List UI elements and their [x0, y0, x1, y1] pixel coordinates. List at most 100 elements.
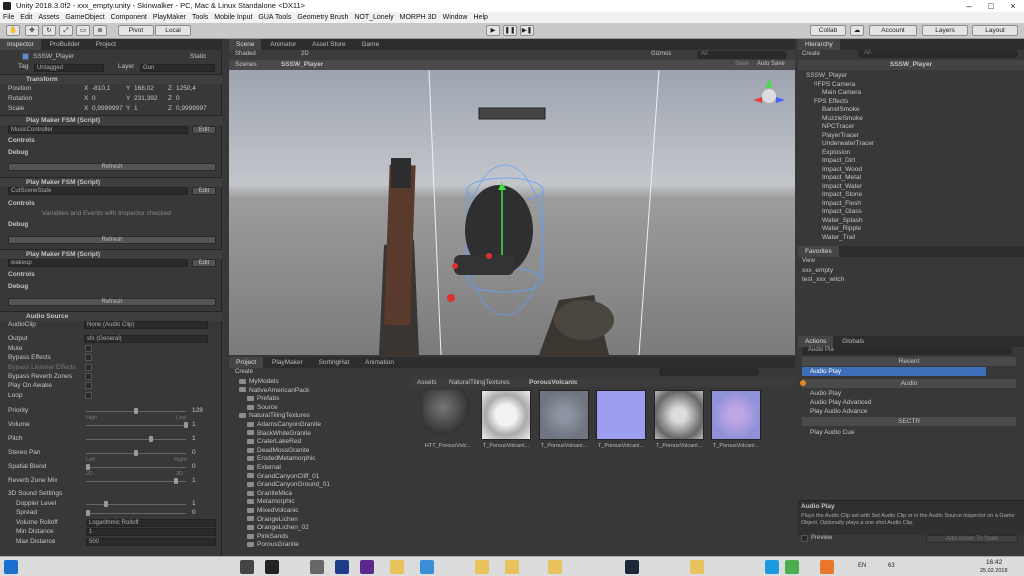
bypass-reverb-checkbox[interactable]	[85, 373, 92, 380]
menu-item[interactable]: Window	[440, 12, 471, 23]
pos-x[interactable]: -810,1	[92, 84, 110, 94]
action-item[interactable]: Play Audio Advance	[810, 408, 867, 415]
layers-dropdown[interactable]: Layers	[922, 25, 968, 36]
folder-item[interactable]: PorousGranite	[247, 541, 299, 550]
spread-value[interactable]: 0	[192, 508, 196, 518]
hierarchy-item[interactable]: Water_Trail	[822, 234, 855, 243]
texture-thumbnail[interactable]	[481, 390, 531, 440]
taskbar-app-icon[interactable]	[240, 560, 254, 574]
fsm1-controls[interactable]: Controls	[0, 136, 35, 146]
shaded-dropdown[interactable]: Shaded	[235, 51, 256, 57]
rotate-tool-icon[interactable]: ↻	[42, 25, 56, 36]
fsm3-debug[interactable]: Debug	[0, 282, 28, 292]
preview-checkbox[interactable]	[801, 535, 808, 542]
tab-asset-store[interactable]: Asset Store	[305, 39, 353, 50]
stereo-pan-knob[interactable]	[134, 450, 138, 456]
spread-slider[interactable]	[86, 513, 186, 514]
transform-header[interactable]: Transform	[0, 74, 222, 84]
folder-icon[interactable]	[505, 560, 519, 574]
fsm3-refresh-button[interactable]: Refresh	[8, 298, 216, 306]
rect-tool-icon[interactable]: ▭	[76, 25, 90, 36]
steam-icon[interactable]	[625, 560, 639, 574]
tag-dropdown[interactable]: Untagged	[34, 64, 104, 72]
active-checkbox[interactable]	[22, 53, 29, 60]
texture-thumbnail[interactable]	[539, 390, 589, 440]
folder-item[interactable]: AdamsCanyonGranite	[247, 421, 321, 430]
folder-item[interactable]: CraterLakeRed	[247, 438, 301, 447]
reverb-mix-value[interactable]: 1	[192, 476, 196, 486]
pitch-value[interactable]: 1	[192, 434, 196, 444]
rot-y[interactable]: 231,392	[134, 94, 158, 104]
step-button[interactable]: ▶❚	[520, 25, 534, 36]
2d-toggle[interactable]: 2D	[301, 51, 309, 57]
menu-item[interactable]: Mobile Input	[211, 12, 255, 23]
hierarchy-item[interactable]: BarrelSmoke	[822, 106, 860, 115]
fsm1-header[interactable]: Play Maker FSM (Script)	[0, 115, 222, 125]
priority-knob[interactable]	[134, 408, 138, 414]
actions-search[interactable]: Audio Pla	[802, 347, 1012, 355]
object-name[interactable]: SSSW_Player	[33, 52, 74, 62]
hierarchy-item[interactable]: Water_Splash	[822, 217, 863, 226]
hierarchy-item[interactable]: Impact_Glass	[822, 208, 862, 217]
tab-project-browser[interactable]: Project	[229, 357, 264, 368]
breadcrumb-natural[interactable]: NaturalTilingTextures	[449, 379, 510, 386]
hierarchy-item[interactable]: Impact_Water	[822, 183, 862, 192]
folder-item[interactable]: NativeAmericanPack	[239, 387, 309, 396]
menu-item[interactable]: Component	[108, 12, 150, 23]
sectr-category[interactable]: SECTR	[802, 417, 1016, 426]
doppler-slider[interactable]	[86, 504, 186, 505]
transform-tool-icon[interactable]: ⊕	[93, 25, 107, 36]
visual-studio-icon[interactable]	[360, 560, 374, 574]
folder-item[interactable]: NaturalTilingTextures	[239, 412, 310, 421]
hierarchy-item[interactable]: MuzzleSmoke	[822, 115, 863, 124]
firefox-icon[interactable]	[820, 560, 834, 574]
folder-item[interactable]: External	[247, 464, 281, 473]
save-button[interactable]: Save	[735, 61, 749, 67]
favorite-item[interactable]: test_xxx_witch	[802, 276, 844, 283]
folder-icon[interactable]	[548, 560, 562, 574]
hierarchy-item[interactable]: Main Camera	[822, 89, 861, 98]
scl-y[interactable]: 1	[134, 104, 138, 114]
fsm2-edit-button[interactable]: Edit	[192, 187, 216, 195]
start-icon[interactable]	[4, 560, 18, 574]
menu-item[interactable]: Assets	[35, 12, 62, 23]
hierarchy-search[interactable]: All	[858, 50, 1018, 58]
rot-x[interactable]: 0	[92, 94, 96, 104]
scene-gizmo[interactable]	[753, 78, 785, 103]
breadcrumb-porous[interactable]: PorousVolcanic	[529, 379, 578, 386]
texture-thumbnail[interactable]	[596, 390, 646, 440]
folder-item[interactable]: OrangeLichen_02	[247, 524, 309, 533]
layer-dropdown[interactable]: Gun	[140, 64, 215, 72]
tab-favorites[interactable]: Favorites	[798, 246, 839, 257]
folder-icon[interactable]	[475, 560, 489, 574]
folder-item[interactable]: Source	[247, 404, 278, 413]
folder-item[interactable]: OrangeLichen	[247, 516, 298, 525]
audioclip-field[interactable]: None (Audio Clip)	[84, 321, 208, 329]
recent-header[interactable]: Recent	[802, 357, 1016, 366]
menu-item[interactable]: Help	[471, 12, 491, 23]
play-on-awake-checkbox[interactable]	[85, 382, 92, 389]
tab-animator[interactable]: Animator	[263, 39, 303, 50]
account-dropdown[interactable]: Account	[869, 25, 917, 36]
collab-dropdown[interactable]: Collab	[810, 25, 846, 36]
folder-icon[interactable]	[390, 560, 404, 574]
fsm3-header[interactable]: Play Maker FSM (Script)	[0, 249, 222, 259]
fsm2-refresh-button[interactable]: Refresh	[8, 236, 216, 244]
hierarchy-item[interactable]: !!FPS Camera	[814, 81, 855, 90]
volume-slider[interactable]	[86, 425, 186, 426]
hierarchy-item[interactable]: UnderwaterTracer	[822, 140, 874, 149]
folder-item[interactable]: DeadMossGranite	[247, 447, 309, 456]
hierarchy-item[interactable]: NPCTracer	[822, 123, 854, 132]
texture-thumbnail[interactable]	[711, 390, 761, 440]
reverb-mix-slider[interactable]	[86, 481, 186, 482]
hierarchy-item[interactable]: Impact_Dirt	[822, 157, 855, 166]
volume-value[interactable]: 1	[192, 420, 196, 430]
pitch-slider[interactable]	[86, 439, 186, 440]
folder-icon[interactable]	[690, 560, 704, 574]
tab-playmaker[interactable]: PlayMaker	[265, 357, 310, 368]
menu-item[interactable]: Geometry Brush	[294, 12, 351, 23]
hierarchy-item[interactable]: Impact_Wood	[822, 166, 862, 175]
static-toggle[interactable]: Static	[190, 52, 206, 62]
hand-tool-icon[interactable]: ✋	[6, 25, 20, 36]
search-icon[interactable]	[420, 560, 434, 574]
